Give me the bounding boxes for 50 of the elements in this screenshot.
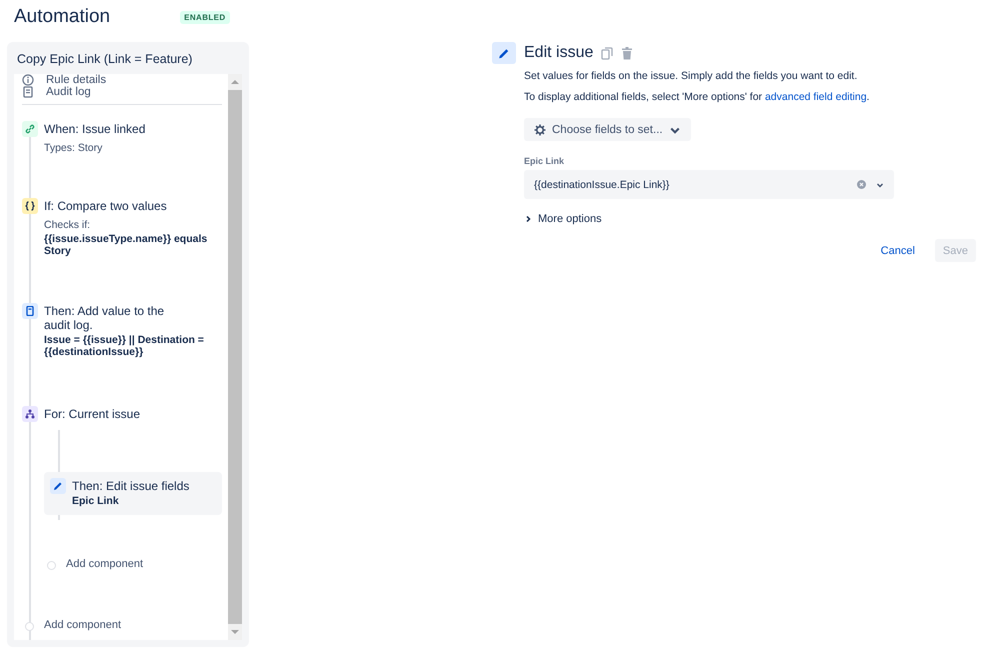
- step-dot-icon: [25, 622, 34, 631]
- step-value: {{issue.issueType.name}} equals Story: [44, 233, 208, 257]
- more-options-toggle[interactable]: More options: [524, 213, 602, 225]
- step-detail: Types: Story: [44, 142, 104, 154]
- step-title[interactable]: For: Current issue: [44, 407, 140, 421]
- info-icon: [22, 74, 34, 86]
- rule-step[interactable]: When: Issue linked Types: Story: [22, 117, 222, 154]
- add-component-link[interactable]: Add component: [66, 558, 144, 570]
- sidebar-item[interactable]: Rule details: [22, 74, 222, 86]
- rule-step[interactable]: Add component: [22, 614, 222, 631]
- rule-step[interactable]: If: Compare two values Checks if: {{issue.issueType.name}} equals Story: [22, 194, 222, 257]
- advanced-editing-link[interactable]: advanced field editing: [764, 91, 867, 103]
- step-title[interactable]: If: Compare two values: [44, 199, 184, 213]
- chevron-right-icon: [524, 215, 532, 223]
- step-dot-icon: [47, 561, 56, 570]
- braces-icon: [25, 201, 35, 211]
- rule-step[interactable]: Add component: [44, 553, 222, 570]
- sidebar-item[interactable]: Audit log: [22, 86, 222, 98]
- step-detail: Checks if:: [44, 219, 92, 231]
- status-badge: ENABLED: [180, 10, 230, 24]
- clear-icon: [857, 180, 866, 189]
- step-title: Then: Edit issue fields: [72, 479, 190, 493]
- field-label: Epic Link: [524, 156, 564, 166]
- link-icon: [25, 124, 35, 134]
- gear-icon: [534, 124, 546, 136]
- caret-icon: [876, 180, 884, 188]
- hierarchy-icon: [25, 409, 35, 419]
- rule-step[interactable]: Then: Add value to the audit log. Issue = {{issue}} || Destination = {{destinationIssue}}: [22, 299, 222, 358]
- rule-name: Copy Epic Link (Link = Feature): [16, 51, 194, 68]
- cancel-button[interactable]: Cancel: [872, 239, 923, 262]
- step-title[interactable]: When: Issue linked: [44, 122, 146, 136]
- trash-icon[interactable]: [621, 46, 634, 60]
- document-icon: [22, 86, 34, 98]
- step-title[interactable]: Then: Add value to the audit log.: [44, 304, 184, 332]
- editor-title: Edit issue: [524, 44, 594, 62]
- add-component-link[interactable]: Add component: [44, 619, 122, 631]
- hint-text: To display additional fields, select 'More options' for advanced field editing.: [524, 91, 870, 103]
- pencil-icon: [53, 481, 63, 491]
- scrollbar[interactable]: [228, 74, 242, 640]
- rule-step[interactable]: For: Current issue: [22, 402, 222, 422]
- epic-link-field[interactable]: {{destinationIssue.Epic Link}}: [524, 170, 894, 199]
- page-title: Automation: [14, 6, 110, 28]
- choose-fields-button[interactable]: Choose fields to set...: [524, 118, 691, 141]
- document-icon: [25, 306, 35, 316]
- copy-icon[interactable]: [601, 46, 614, 60]
- step-value: Issue = {{issue}} || Destination = {{destinationIssue}}: [44, 334, 205, 358]
- rule-step[interactable]: Then: Edit issue fields Epic Link: [44, 472, 222, 515]
- step-value: Epic Link: [72, 495, 120, 507]
- pencil-icon: [492, 42, 516, 64]
- description-text: Set values for fields on the issue. Simply add the fields you want to edit.: [524, 70, 858, 82]
